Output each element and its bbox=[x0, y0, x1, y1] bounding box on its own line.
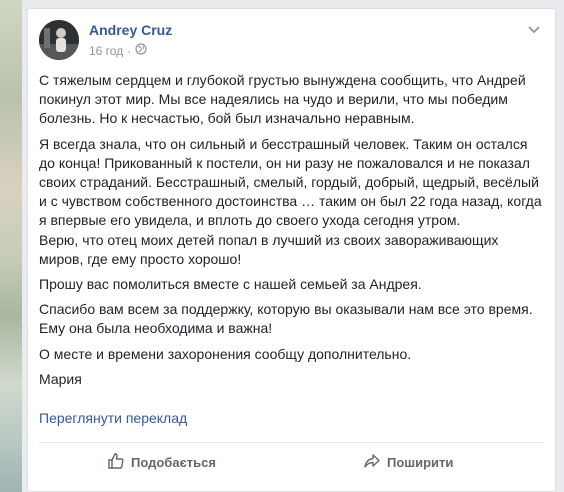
background-photo-strip bbox=[0, 0, 22, 492]
avatar[interactable] bbox=[39, 20, 79, 60]
author-name[interactable]: Andrey Cruz bbox=[89, 22, 172, 38]
post-paragraph: О месте и времени захоронения сообщу доп… bbox=[39, 345, 412, 362]
separator-dot: · bbox=[127, 43, 132, 58]
post-paragraph: Я всегда знала, что он сильный и бесстра… bbox=[39, 135, 542, 229]
see-translation-link[interactable]: Переглянути переклад bbox=[39, 410, 187, 426]
post-paragraph: Прошу вас помолиться вместе с нашей семь… bbox=[39, 276, 422, 293]
post-meta: 16 год · bbox=[89, 43, 147, 58]
globe-icon[interactable] bbox=[135, 43, 147, 58]
post-card: Andrey Cruz 16 год · С тяжелым сердцем и… bbox=[27, 8, 556, 492]
thumbs-up-icon bbox=[107, 452, 131, 473]
post-paragraph: Спасибо вам всем за поддержку, которую в… bbox=[39, 301, 533, 337]
post-timestamp[interactable]: 16 год bbox=[89, 44, 123, 58]
divider bbox=[39, 442, 544, 443]
chevron-down-icon[interactable] bbox=[527, 23, 541, 37]
share-label: Поширити bbox=[387, 455, 454, 470]
share-arrow-icon bbox=[363, 452, 387, 473]
post-paragraph: Верю, что отец моих детей попал в лучший… bbox=[39, 231, 499, 267]
share-button[interactable]: Поширити bbox=[363, 452, 453, 473]
post-paragraph: С тяжелым сердцем и глубокой грустью вын… bbox=[39, 72, 526, 127]
like-label: Подобається bbox=[131, 455, 216, 470]
like-button[interactable]: Подобається bbox=[107, 452, 216, 473]
post-text: С тяжелым сердцем и глубокой грустью вын… bbox=[39, 71, 545, 395]
post-signature: Мария bbox=[39, 370, 82, 387]
